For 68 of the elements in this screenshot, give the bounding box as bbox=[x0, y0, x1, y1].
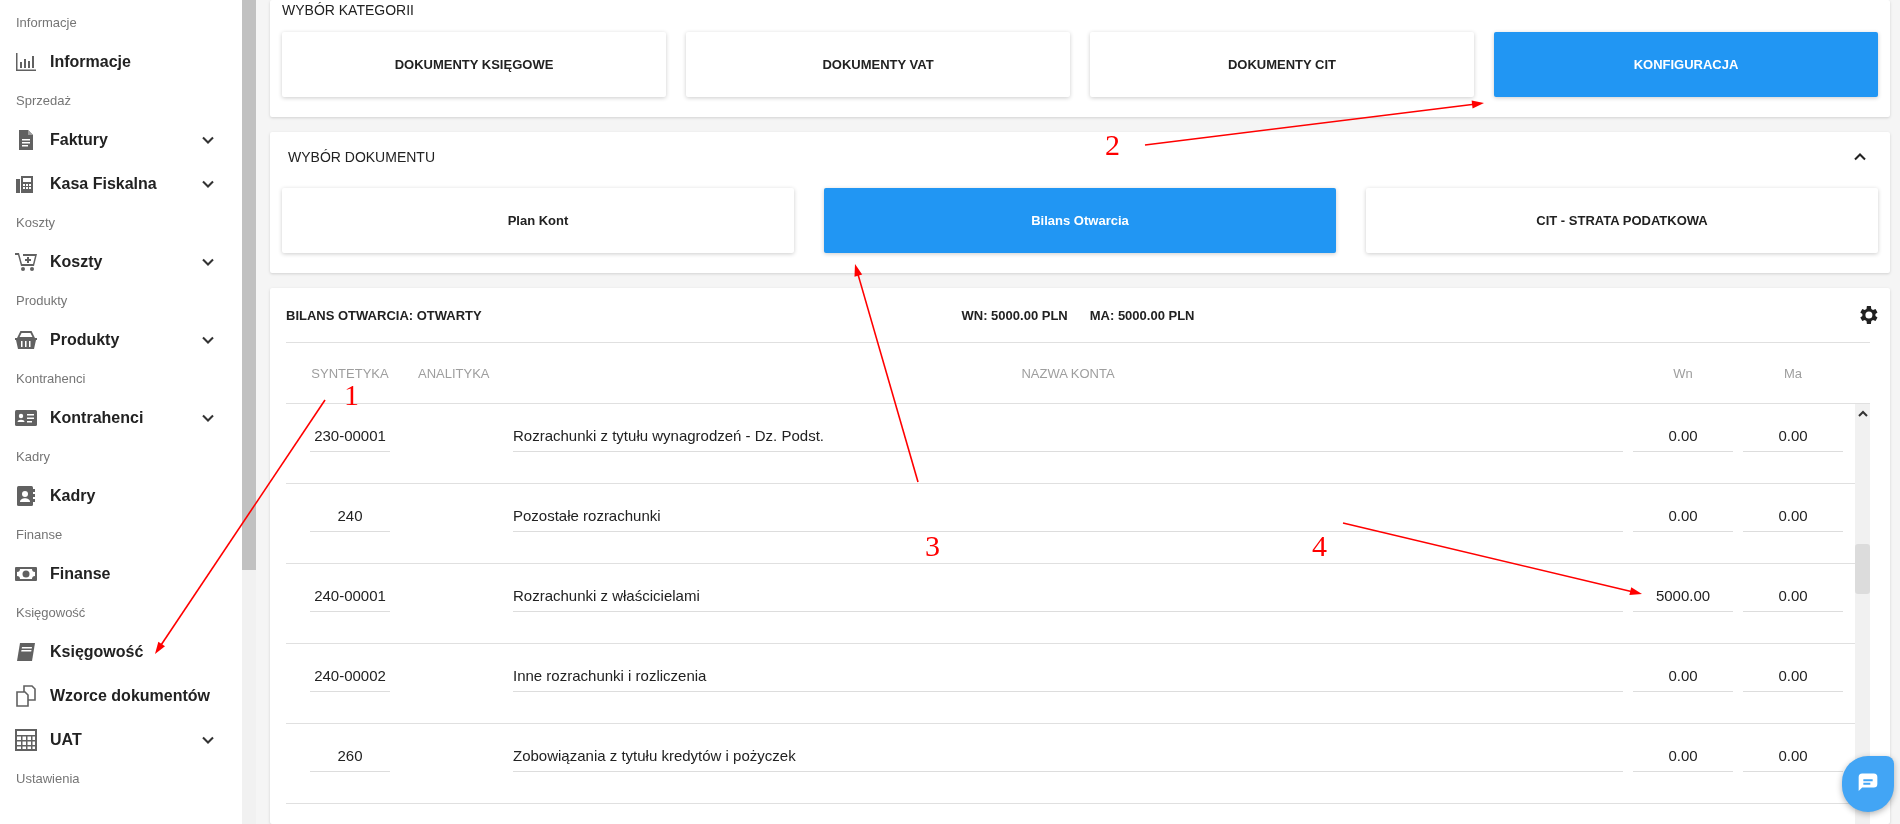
credit-total: MA: 5000.00 PLN bbox=[1089, 307, 1195, 323]
annotation-number: 4 bbox=[1312, 529, 1327, 562]
cart-icon bbox=[14, 250, 38, 274]
account-number-field[interactable]: 240-00001 bbox=[310, 581, 390, 612]
annotation-number: 1 bbox=[344, 378, 359, 411]
sidebar-item[interactable]: Produkty bbox=[0, 318, 240, 362]
credit-field[interactable]: 0.00 bbox=[1743, 421, 1843, 452]
copies-icon bbox=[14, 684, 38, 708]
section-header: Ustawienia bbox=[15, 770, 81, 788]
basket-icon bbox=[14, 328, 38, 352]
debit-field[interactable]: 0.00 bbox=[1633, 501, 1733, 532]
card-title: WYBÓR KATEGORII bbox=[282, 2, 415, 18]
account-name-field[interactable]: Inne rozrachunki i rozliczenia bbox=[513, 661, 1623, 692]
annotation-number: 3 bbox=[925, 529, 940, 562]
account-number-field[interactable]: 240 bbox=[310, 501, 390, 532]
column-header: ANALITYKA bbox=[417, 365, 491, 381]
card-title: BILANS OTWARCIA: OTWARTY bbox=[286, 307, 483, 323]
contact-book-icon bbox=[14, 484, 38, 508]
account-number-field[interactable]: 230-00001 bbox=[310, 421, 390, 452]
section-header: Kadry bbox=[15, 448, 51, 466]
sidebar-item[interactable]: Finanse bbox=[0, 552, 240, 596]
column-header: SYNTETYKA bbox=[310, 365, 390, 381]
account-name-field[interactable]: Pozostałe rozrachunki bbox=[513, 501, 1623, 532]
sidebar-item[interactable]: UAT bbox=[0, 718, 240, 762]
section-header: Produkty bbox=[15, 292, 69, 310]
sidebar-item[interactable]: Księgowość bbox=[0, 630, 240, 674]
card-title: WYBÓR DOKUMENTU bbox=[288, 149, 435, 165]
credit-field[interactable]: 0.00 bbox=[1743, 741, 1843, 772]
chart-icon bbox=[14, 50, 38, 74]
section-header: Finanse bbox=[15, 526, 64, 544]
column-header: NAZWA KONTA bbox=[1020, 365, 1116, 381]
section-header: Sprzedaż bbox=[15, 92, 72, 110]
category-button[interactable]: DOKUMENTY VAT bbox=[686, 32, 1070, 97]
sidebar-item[interactable]: Wzorce dokumentów bbox=[0, 674, 240, 718]
account-number-field[interactable]: 260 bbox=[310, 741, 390, 772]
section-header: Koszty bbox=[15, 214, 56, 232]
scrollbar-thumb[interactable] bbox=[1855, 544, 1870, 594]
debit-field[interactable]: 0.00 bbox=[1633, 421, 1733, 452]
debit-total: WN: 5000.00 PLN bbox=[961, 307, 1068, 323]
section-header: Księgowość bbox=[15, 604, 87, 622]
document-button[interactable]: CIT - STRATA PODATKOWA bbox=[1366, 188, 1878, 253]
account-name-field[interactable]: Zobowiązania z tytułu kredytów i pożyczek bbox=[513, 741, 1623, 772]
debit-field[interactable]: 0.00 bbox=[1633, 661, 1733, 692]
calculator-icon bbox=[14, 728, 38, 752]
column-header: Ma bbox=[1782, 365, 1804, 381]
annotation-number: 2 bbox=[1105, 128, 1120, 161]
debit-field[interactable]: 0.00 bbox=[1633, 741, 1733, 772]
sidebar-item[interactable]: Informacje bbox=[0, 40, 240, 84]
document-button[interactable]: Plan Kont bbox=[282, 188, 794, 253]
account-name-field[interactable]: Rozrachunki z właścicielami bbox=[513, 581, 1623, 612]
credit-field[interactable]: 0.00 bbox=[1743, 661, 1843, 692]
category-button[interactable]: DOKUMENTY KSIĘGOWE bbox=[282, 32, 666, 97]
section-header: Informacje bbox=[15, 14, 78, 32]
section-header: Kontrahenci bbox=[15, 370, 87, 388]
account-number-field[interactable]: 240-00002 bbox=[310, 661, 390, 692]
credit-field[interactable]: 0.00 bbox=[1743, 581, 1843, 612]
scrollbar-thumb[interactable] bbox=[242, 0, 256, 570]
sidebar-item[interactable]: Faktury bbox=[0, 118, 240, 162]
sidebar-item[interactable]: Kontrahenci bbox=[0, 396, 240, 440]
account-name-field[interactable]: Rozrachunki z tytułu wynagrodzeń - Dz. Podst. bbox=[513, 421, 1623, 452]
book-icon bbox=[14, 640, 38, 664]
column-header: Wn bbox=[1672, 365, 1694, 381]
category-button[interactable]: DOKUMENTY CIT bbox=[1090, 32, 1474, 97]
sidebar-item[interactable]: Koszty bbox=[0, 240, 240, 284]
credit-field[interactable]: 0.00 bbox=[1743, 501, 1843, 532]
scrollbar[interactable] bbox=[242, 0, 256, 824]
sidebar-item[interactable]: Kadry bbox=[0, 474, 240, 518]
sidebar-item[interactable]: Kasa Fiskalna bbox=[0, 162, 240, 206]
